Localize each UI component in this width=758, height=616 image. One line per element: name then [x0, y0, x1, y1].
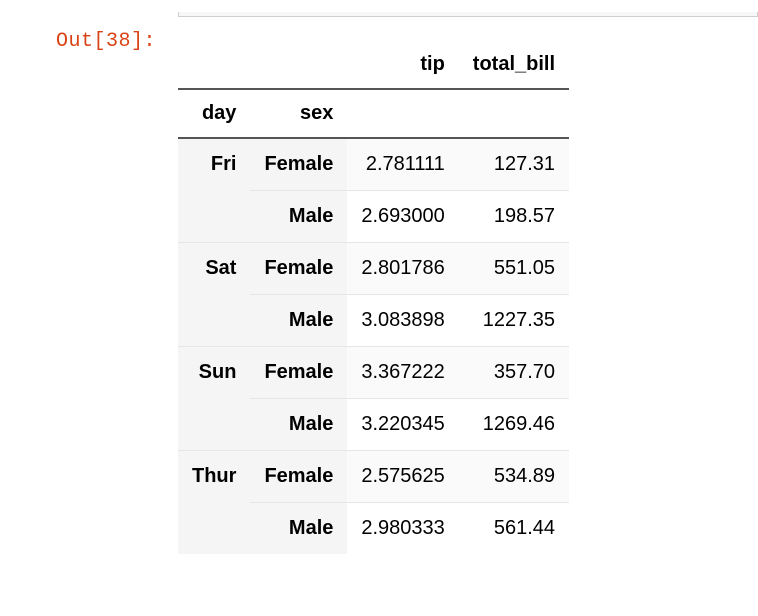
cell-tip: 2.575625 — [347, 451, 458, 503]
cell-total-bill: 198.57 — [459, 191, 569, 243]
cell-tip: 2.781111 — [347, 138, 458, 191]
header-blank — [178, 41, 250, 89]
header-blank — [459, 89, 569, 138]
cell-tip: 2.801786 — [347, 243, 458, 295]
cell-total-bill: 1227.35 — [459, 295, 569, 347]
notebook-output-cell: Out[38]: tip total_bill day sex — [0, 0, 758, 554]
cell-sex: Male — [250, 191, 347, 243]
table-row: Thur Female 2.575625 534.89 — [178, 451, 569, 503]
table-row: Fri Female 2.781111 127.31 — [178, 138, 569, 191]
header-blank — [347, 89, 458, 138]
cell-sex: Female — [250, 138, 347, 191]
cell-sex: Female — [250, 347, 347, 399]
cell-total-bill: 561.44 — [459, 503, 569, 555]
table-row: Sat Female 2.801786 551.05 — [178, 243, 569, 295]
header-blank — [250, 41, 347, 89]
index-name-sex: sex — [250, 89, 347, 138]
cell-sex: Male — [250, 503, 347, 555]
cell-tip: 3.367222 — [347, 347, 458, 399]
output-prompt-label: Out[38]: — [56, 30, 156, 53]
cell-total-bill: 551.05 — [459, 243, 569, 295]
dataframe-table: tip total_bill day sex Fri Female 2.7811… — [178, 41, 569, 554]
cell-sex: Female — [250, 243, 347, 295]
cell-day: Thur — [178, 451, 250, 555]
index-name-day: day — [178, 89, 250, 138]
table-header: tip total_bill day sex — [178, 41, 569, 138]
cell-day: Fri — [178, 138, 250, 243]
cell-sex: Female — [250, 451, 347, 503]
column-header-tip: tip — [347, 41, 458, 89]
prompt-column: Out[38]: — [0, 12, 166, 53]
cell-total-bill: 357.70 — [459, 347, 569, 399]
cell-tip: 3.083898 — [347, 295, 458, 347]
column-header-row: tip total_bill — [178, 41, 569, 89]
cell-total-bill: 1269.46 — [459, 399, 569, 451]
cell-tip: 2.980333 — [347, 503, 458, 555]
cell-sex: Male — [250, 399, 347, 451]
column-header-total-bill: total_bill — [459, 41, 569, 89]
table-body: Fri Female 2.781111 127.31 Male 2.693000… — [178, 138, 569, 554]
cell-day: Sun — [178, 347, 250, 451]
input-cell-bottom-edge — [178, 12, 758, 17]
cell-sex: Male — [250, 295, 347, 347]
index-names-row: day sex — [178, 89, 569, 138]
output-area: tip total_bill day sex Fri Female 2.7811… — [166, 12, 758, 554]
cell-tip: 3.220345 — [347, 399, 458, 451]
cell-day: Sat — [178, 243, 250, 347]
cell-total-bill: 127.31 — [459, 138, 569, 191]
table-row: Sun Female 3.367222 357.70 — [178, 347, 569, 399]
cell-tip: 2.693000 — [347, 191, 458, 243]
cell-total-bill: 534.89 — [459, 451, 569, 503]
